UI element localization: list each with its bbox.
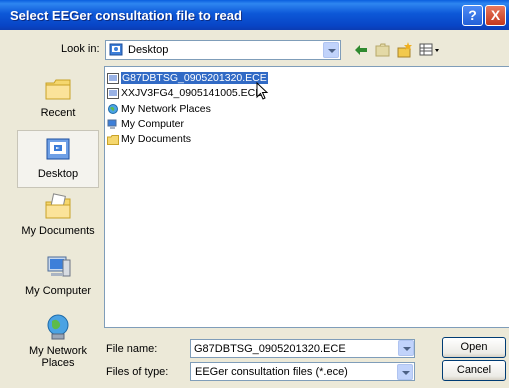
cancel-button[interactable]: Cancel bbox=[442, 360, 506, 381]
my-computer-icon bbox=[47, 256, 71, 277]
back-arrow-icon[interactable] bbox=[352, 41, 370, 59]
mouse-cursor-icon bbox=[256, 82, 269, 100]
network-places-icon bbox=[47, 314, 69, 340]
places-item-label: My Computer bbox=[24, 285, 92, 297]
file-name-label: File name: bbox=[106, 343, 158, 355]
chevron-down-icon[interactable] bbox=[398, 340, 414, 356]
places-bar: Recent Desktop My Documents My Computer … bbox=[17, 66, 99, 378]
ece-file-icon bbox=[107, 87, 119, 99]
file-type-label: Files of type: bbox=[106, 366, 169, 378]
recent-folder-icon bbox=[45, 79, 71, 100]
places-item-my-computer[interactable]: My Computer bbox=[17, 252, 99, 308]
look-in-dropdown[interactable]: Desktop bbox=[105, 40, 341, 60]
file-name: My Computer bbox=[121, 118, 185, 130]
new-folder-icon[interactable] bbox=[396, 41, 414, 59]
toolbar bbox=[352, 41, 452, 59]
file-name: My Documents bbox=[121, 133, 192, 145]
desktop-icon bbox=[46, 138, 70, 160]
up-folder-icon[interactable] bbox=[374, 41, 392, 59]
file-name: XXJV3FG4_0905141005.ECE bbox=[121, 87, 263, 99]
file-type-value: EEGer consultation files (*.ece) bbox=[195, 366, 348, 378]
look-in-value: Desktop bbox=[128, 44, 169, 56]
places-item-my-documents[interactable]: My Documents bbox=[17, 192, 99, 248]
places-item-label: Desktop bbox=[37, 168, 79, 180]
help-button[interactable]: ? bbox=[462, 5, 483, 26]
desktop-icon bbox=[109, 43, 123, 56]
look-in-label: Look in: bbox=[61, 43, 100, 55]
my-documents-icon bbox=[107, 134, 119, 145]
open-button[interactable]: Open bbox=[442, 337, 506, 358]
list-item[interactable]: XXJV3FG4_0905141005.ECE bbox=[107, 87, 262, 101]
my-documents-icon bbox=[45, 193, 71, 219]
places-item-recent[interactable]: Recent bbox=[17, 74, 99, 126]
places-item-desktop[interactable]: Desktop bbox=[17, 130, 99, 188]
places-item-label: My Network Places bbox=[28, 345, 88, 369]
file-list[interactable]: G87DBTSG_0905201320.ECE XXJV3FG4_0905141… bbox=[104, 66, 509, 328]
list-item[interactable]: My Computer bbox=[107, 118, 184, 132]
file-open-dialog: Select EEGer consultation file to read ?… bbox=[0, 0, 509, 388]
file-type-dropdown[interactable]: EEGer consultation files (*.ece) bbox=[190, 362, 415, 381]
view-menu-icon[interactable] bbox=[418, 41, 442, 59]
title-bar[interactable]: Select EEGer consultation file to read ?… bbox=[0, 0, 509, 30]
places-item-label: My Documents bbox=[21, 225, 95, 237]
file-name-input[interactable] bbox=[190, 339, 415, 358]
chevron-down-icon[interactable] bbox=[323, 42, 339, 58]
my-computer-icon bbox=[107, 119, 117, 129]
window-title: Select EEGer consultation file to read bbox=[10, 8, 242, 23]
network-places-icon bbox=[108, 103, 118, 114]
list-item[interactable]: My Network Places bbox=[107, 103, 211, 117]
ece-file-icon bbox=[107, 72, 119, 84]
list-item[interactable]: G87DBTSG_0905201320.ECE bbox=[107, 72, 268, 86]
list-item[interactable]: My Documents bbox=[107, 133, 191, 147]
places-item-label: Recent bbox=[40, 107, 76, 119]
file-name: G87DBTSG_0905201320.ECE bbox=[121, 72, 268, 84]
close-button[interactable]: X bbox=[485, 5, 506, 26]
places-item-network[interactable]: My Network Places bbox=[17, 312, 99, 372]
file-name: My Network Places bbox=[121, 103, 211, 115]
chevron-down-icon[interactable] bbox=[397, 364, 413, 380]
